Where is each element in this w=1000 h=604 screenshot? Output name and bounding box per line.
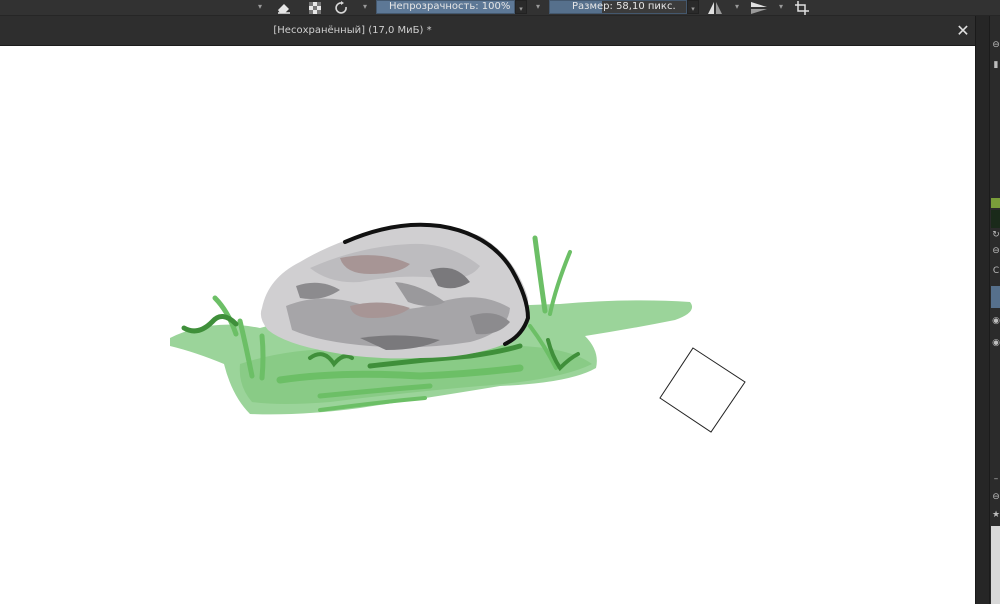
chevron-down-icon[interactable]: ▾ [733,3,741,11]
eye-icon[interactable]: ◉ [991,316,1000,326]
scroll-icon[interactable]: ▮ [991,60,1000,70]
chevron-down-icon[interactable]: ▾ [361,3,369,11]
eraser-icon[interactable] [275,0,293,14]
canvas-vertical-scrollbar[interactable] [976,16,990,604]
layers-icon[interactable]: ⊖ [991,40,1000,50]
alpha-lock-icon[interactable] [306,0,324,14]
size-spin-button[interactable]: ▾ [687,0,699,14]
brush-preset-preview[interactable] [991,526,1000,604]
opacity-spin-button[interactable]: ▾ [515,0,527,14]
artwork [170,222,746,433]
size-slider-label: Размер: 58,10 пикс. [572,1,676,12]
size-slider[interactable]: Размер: 58,10 пикс. [549,0,687,14]
refresh-icon[interactable]: ↻ [991,230,1000,240]
star-icon[interactable]: ★ [991,510,1000,520]
chevron-down-icon[interactable]: ▾ [256,3,264,11]
layers-icon[interactable]: ⊖ [991,246,1000,256]
document-title[interactable]: [Несохранённый] (17,0 МиБ) * [0,25,975,36]
eye-icon[interactable]: ◉ [991,338,1000,348]
opacity-slider[interactable]: Непрозрачность: 100% [376,0,515,14]
crop-icon[interactable] [793,0,811,15]
mirror-vertical-icon[interactable] [750,0,768,14]
chevron-down-icon[interactable]: ▾ [534,3,542,11]
mirror-horizontal-icon[interactable] [706,0,724,14]
brush-options-toolbar: ▾ ▾ Непрозрачность: 100% ▾ ▾ Размер: 58,… [0,0,1000,16]
brush-outline-cursor [659,347,746,433]
minus-icon[interactable]: – [991,474,1000,484]
document-tab-bar: [Несохранённый] (17,0 МиБ) * ✕ [0,16,975,46]
selected-layer[interactable] [991,286,1000,308]
opacity-slider-label: Непрозрачность: 100% [389,1,511,12]
rock [260,222,531,359]
chevron-down-icon[interactable]: ▾ [777,3,785,11]
layers-icon[interactable]: ⊖ [991,492,1000,502]
dock-letter: C [992,266,1000,276]
right-dock: ⊖ ▮ ↻ ⊖ C ◉ ◉ – ⊖ ★ [975,16,1000,604]
drawing-canvas[interactable] [0,46,975,604]
color-swatch[interactable] [991,198,1000,208]
rotate-icon[interactable] [333,0,351,14]
close-document-button[interactable]: ✕ [954,22,972,40]
color-preview [991,210,1000,228]
